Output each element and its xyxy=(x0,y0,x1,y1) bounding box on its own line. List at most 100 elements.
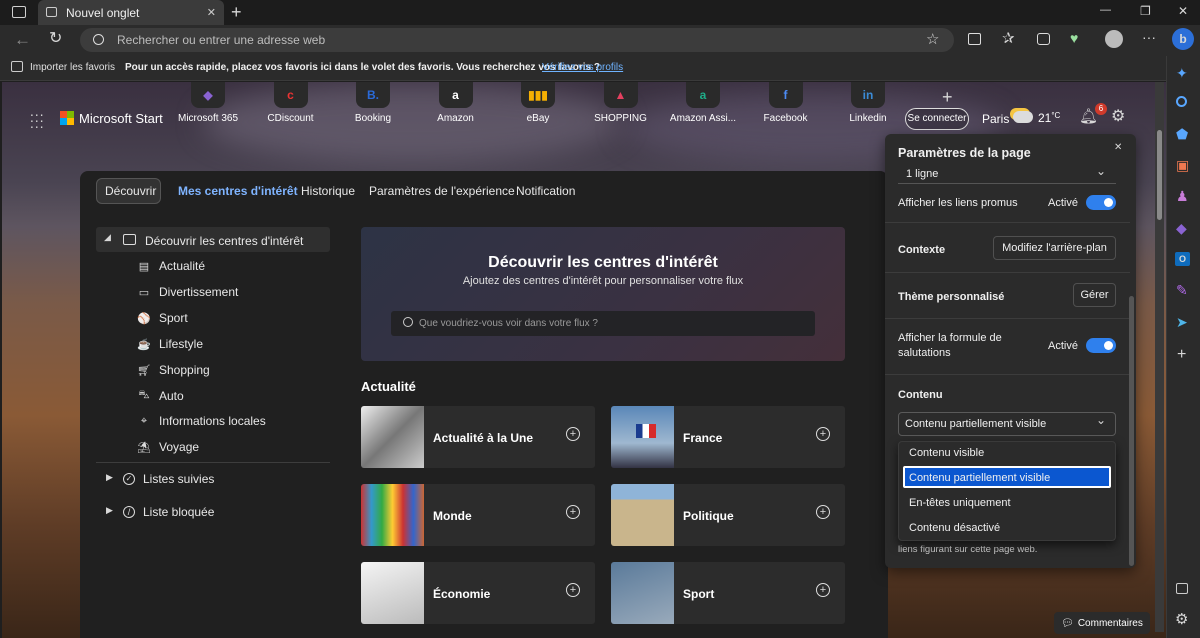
quicklink-booking[interactable]: B. Booking xyxy=(335,82,411,124)
close-window-icon[interactable]: ✕ xyxy=(1178,5,1188,17)
games-icon[interactable]: ♟ xyxy=(1176,189,1189,203)
close-icon[interactable]: ✕ xyxy=(1114,143,1122,153)
check-profiles-link[interactable]: Vérifiez vos profils xyxy=(542,62,623,73)
tab-experience-settings[interactable]: Paramètres de l'expérience xyxy=(369,184,515,198)
scrollbar-thumb[interactable] xyxy=(1157,130,1162,220)
quicklink-amazon-assi[interactable]: a Amazon Assi... xyxy=(665,82,741,124)
tree-item-lifestyle[interactable]: ☕ Lifestyle xyxy=(137,337,203,351)
tree-item-auto[interactable]: ⛍ Auto xyxy=(137,389,183,403)
card-title: Économie xyxy=(433,587,491,601)
tab-actions-icon[interactable] xyxy=(12,6,26,18)
manage-theme-button[interactable]: Gérer xyxy=(1073,283,1116,307)
collapse-arrow-icon[interactable]: ◢ xyxy=(104,233,111,242)
split-screen-icon[interactable] xyxy=(968,33,981,45)
tree-item-sport[interactable]: ⚾ Sport xyxy=(137,311,188,325)
brand-title[interactable]: Microsoft Start xyxy=(79,111,163,126)
restore-icon[interactable]: ❐ xyxy=(1140,5,1151,17)
new-tab-icon[interactable]: + xyxy=(231,3,242,21)
promo-links-toggle[interactable] xyxy=(1086,195,1116,210)
card-title: France xyxy=(683,431,723,445)
hero-search-input[interactable]: Que voudriez-vous voir dans votre flux ? xyxy=(419,318,598,329)
comments-button[interactable]: 💬︎ Commentaires xyxy=(1054,612,1150,634)
card-france[interactable]: France + xyxy=(611,406,845,468)
tab-history[interactable]: Historique xyxy=(301,184,355,198)
quicklink-label: eBay xyxy=(526,113,550,124)
profile-avatar[interactable] xyxy=(1105,30,1123,48)
quicklink-shopping[interactable]: ▲ SHOPPING xyxy=(583,82,659,124)
tab-my-interests[interactable]: Mes centres d'intérêt xyxy=(178,184,298,198)
discover-hero xyxy=(361,227,845,361)
page-icon xyxy=(46,7,57,17)
tree-item-entertainment[interactable]: ▭ Divertissement xyxy=(137,285,239,299)
tree-item-travel[interactable]: ⛱ Voyage xyxy=(137,440,199,454)
sparkle-icon[interactable]: ✦ xyxy=(1176,66,1188,80)
search-icon[interactable] xyxy=(1176,96,1187,107)
send-icon[interactable]: ➤ xyxy=(1176,315,1188,329)
signin-button[interactable]: Se connecter xyxy=(905,108,969,130)
quicklink-linkedin[interactable]: in Linkedin xyxy=(830,82,906,124)
import-favorites-link[interactable]: Importer les favoris xyxy=(30,62,115,73)
tree-item-news[interactable]: ▤ Actualité xyxy=(137,259,205,273)
minimize-icon[interactable]: — xyxy=(1100,5,1111,16)
change-background-button[interactable]: Modifiez l'arrière-plan xyxy=(993,236,1116,260)
tab-close-icon[interactable]: ✕ xyxy=(207,6,216,19)
add-circle-icon[interactable]: + xyxy=(566,505,580,519)
add-circle-icon[interactable]: + xyxy=(816,583,830,597)
tree-item-shopping[interactable]: 🛒︎ Shopping xyxy=(137,363,210,377)
card-sport[interactable]: Sport + xyxy=(611,562,845,624)
card-thumbnail xyxy=(361,562,424,624)
tag-icon[interactable]: ⬟ xyxy=(1176,127,1188,141)
quicklink-cdiscount[interactable]: c CDiscount xyxy=(253,82,329,124)
card-top-news[interactable]: Actualité à la Une + xyxy=(361,406,595,468)
back-icon[interactable]: ← xyxy=(14,31,31,48)
add-icon[interactable]: + xyxy=(1177,347,1186,363)
quicklink-facebook[interactable]: f Facebook xyxy=(748,82,824,124)
m365-icon[interactable]: ◆ xyxy=(1176,221,1187,235)
hide-sidebar-icon[interactable] xyxy=(1176,583,1188,594)
weather-city[interactable]: Paris xyxy=(982,112,1009,126)
quicklink-microsoft-365[interactable]: ◆ Microsoft 365 xyxy=(170,82,246,124)
option-content-partial[interactable]: Contenu partiellement visible xyxy=(909,472,1050,484)
notification-badge: 6 xyxy=(1095,103,1107,115)
greeting-toggle[interactable] xyxy=(1086,338,1116,353)
add-circle-icon[interactable]: + xyxy=(816,427,830,441)
add-circle-icon[interactable]: + xyxy=(566,583,580,597)
designer-icon[interactable]: ✎ xyxy=(1176,283,1188,297)
site-logo-icon: f xyxy=(768,82,803,108)
outlook-icon[interactable]: O xyxy=(1175,252,1190,266)
card-world[interactable]: Monde + xyxy=(361,484,595,546)
settings-title: Paramètres de la page xyxy=(898,146,1031,160)
favorites-icon[interactable]: ✰ xyxy=(1002,31,1015,46)
add-circle-icon[interactable]: + xyxy=(566,427,580,441)
quicklink-amazon[interactable]: a Amazon xyxy=(418,82,494,124)
tree-blocked[interactable]: / Liste bloquée xyxy=(123,505,214,519)
add-circle-icon[interactable]: + xyxy=(816,505,830,519)
option-content-disabled[interactable]: Contenu désactivé xyxy=(909,522,1000,534)
flyout-scrollbar[interactable] xyxy=(1129,296,1134,566)
more-icon[interactable]: ··· xyxy=(1142,30,1156,44)
collections-icon[interactable] xyxy=(1037,33,1050,45)
quicklink-ebay[interactable]: ▮▮▮ eBay xyxy=(500,82,576,124)
toolbox-icon[interactable]: ▣ xyxy=(1176,158,1189,172)
expand-arrow-icon[interactable]: ▶ xyxy=(106,473,113,482)
option-content-visible[interactable]: Contenu visible xyxy=(909,447,984,459)
sidebar-settings-icon[interactable]: ⚙ xyxy=(1175,612,1188,627)
address-input[interactable]: Rechercher ou entrer une adresse web xyxy=(117,33,325,47)
tree-item-local[interactable]: ⌖ Informations locales xyxy=(137,414,266,428)
expand-arrow-icon[interactable]: ▶ xyxy=(106,506,113,515)
settings-gear-icon[interactable]: ⚙ xyxy=(1111,109,1125,125)
weather-temp[interactable]: 21°C xyxy=(1038,111,1060,125)
add-shortcut-icon[interactable]: + xyxy=(942,88,953,106)
apps-grid-icon[interactable]: ∙∙∙ ∙∙∙ ∙∙∙ xyxy=(30,107,45,133)
tab-notification[interactable]: Notification xyxy=(516,184,575,198)
tree-followed[interactable]: ✓ Listes suivies xyxy=(123,472,214,486)
heart-pulse-icon[interactable]: ♥ xyxy=(1070,31,1078,45)
tab-new-tab[interactable]: Nouvel onglet ✕ xyxy=(38,0,224,25)
card-politics[interactable]: Politique + xyxy=(611,484,845,546)
weather-temp-value: 21 xyxy=(1038,111,1052,125)
option-headers-only[interactable]: En-têtes uniquement xyxy=(909,497,1011,509)
refresh-icon[interactable]: ↻ xyxy=(49,31,62,47)
card-economy[interactable]: Économie + xyxy=(361,562,595,624)
copilot-icon[interactable]: b xyxy=(1172,28,1194,50)
favorite-star-icon[interactable]: ☆ xyxy=(926,32,939,47)
